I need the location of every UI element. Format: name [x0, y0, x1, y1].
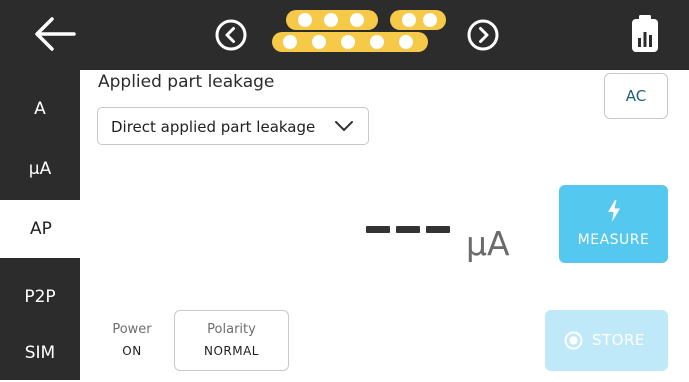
sidebar-item-label: µA [28, 159, 52, 179]
app-screen: A µA AP P2P SIM Applied part leakage Dir… [0, 0, 689, 380]
top-bar [0, 0, 689, 70]
progress-dot [370, 35, 384, 49]
sidebar-item-sim[interactable]: SIM [0, 324, 80, 382]
sidebar-item-label: SIM [24, 343, 56, 363]
power-status: ON [122, 344, 142, 358]
measure-button[interactable]: MEASURE [559, 185, 668, 263]
ac-dc-toggle-button[interactable]: AC [604, 73, 668, 119]
reading-unit: µA [466, 224, 510, 263]
progress-dot [350, 13, 364, 27]
chevron-right-circle-icon[interactable] [466, 18, 500, 52]
progress-dot [423, 13, 437, 27]
sidebar-item-microamp[interactable]: µA [0, 140, 80, 198]
sidebar-item-a[interactable]: A [0, 80, 80, 138]
progress-dot [312, 35, 326, 49]
record-icon [564, 331, 583, 350]
polarity-button[interactable]: Polarity NORMAL [174, 310, 289, 371]
store-label: STORE [592, 331, 645, 349]
progress-pill [390, 10, 446, 30]
progress-dot [399, 35, 413, 49]
arrow-left-icon[interactable] [30, 14, 78, 54]
progress-dot [402, 13, 416, 27]
test-progress-dots [272, 10, 446, 52]
sidebar-item-ap[interactable]: AP [0, 200, 82, 258]
progress-dot [283, 35, 297, 49]
test-type-dropdown[interactable]: Direct applied part leakage [97, 107, 369, 145]
sidebar-item-label: AP [30, 219, 52, 239]
polarity-label: Polarity [207, 322, 256, 337]
reading-value [366, 226, 450, 234]
lightning-icon [608, 200, 620, 222]
chevron-left-circle-icon[interactable] [214, 18, 248, 52]
mode-sidebar: A µA AP P2P SIM [0, 70, 82, 382]
dropdown-value: Direct applied part leakage [111, 118, 316, 136]
page-title: Applied part leakage [98, 72, 275, 92]
sidebar-item-label: P2P [24, 287, 56, 307]
sidebar-item-p2p[interactable]: P2P [0, 268, 80, 326]
progress-dot [298, 13, 312, 27]
clipboard-chart-icon[interactable] [628, 12, 662, 56]
sidebar-item-label: A [34, 99, 46, 119]
measure-label: MEASURE [577, 232, 650, 248]
chevron-down-icon [335, 121, 353, 131]
power-label: Power [112, 322, 152, 337]
store-button[interactable]: STORE [545, 310, 668, 371]
progress-dot [341, 35, 355, 49]
polarity-value: NORMAL [203, 344, 259, 358]
progress-dot [324, 13, 338, 27]
